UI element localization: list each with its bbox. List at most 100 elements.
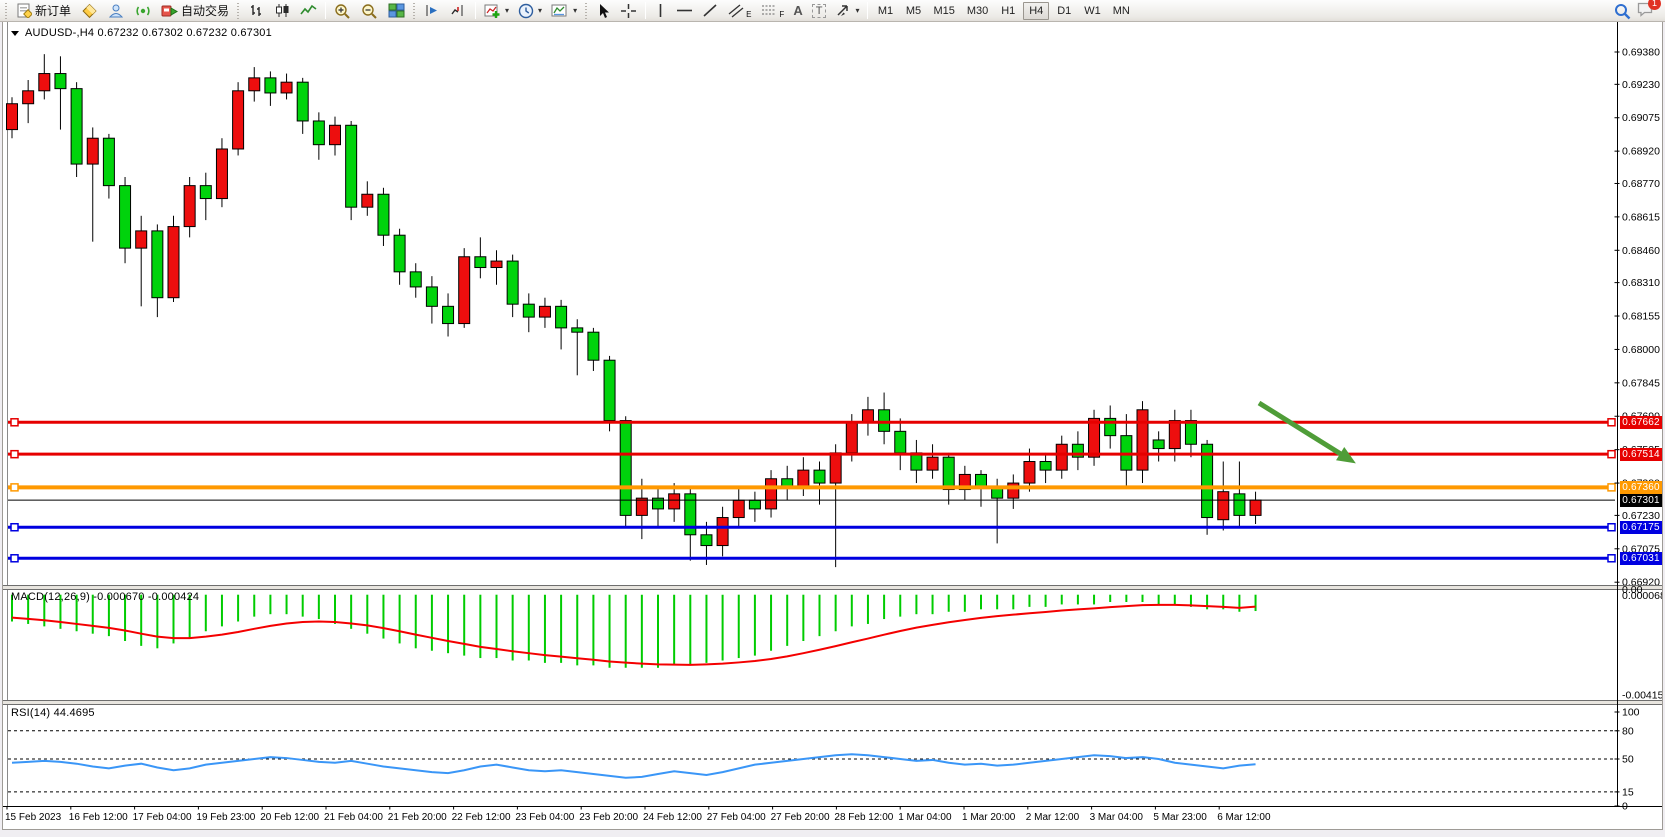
- pivot-line-anchor[interactable]: [1608, 484, 1615, 491]
- candlestick: [426, 287, 437, 306]
- date-label: 23 Feb 04:00: [515, 812, 574, 823]
- timeframe-h4[interactable]: H4: [1023, 2, 1049, 20]
- cursor-tool-button[interactable]: [592, 1, 615, 21]
- candlestick: [1218, 492, 1229, 520]
- toolbar-grip[interactable]: [412, 3, 417, 19]
- chart-shift-button[interactable]: [446, 1, 471, 21]
- resistance-line-2-anchor[interactable]: [11, 451, 18, 458]
- candlestick: [152, 231, 163, 298]
- timeframe-d1[interactable]: D1: [1051, 2, 1077, 20]
- arrows-tool[interactable]: ▾: [831, 1, 863, 21]
- new-order-icon: [16, 3, 32, 18]
- horizontal-line-tool[interactable]: [672, 1, 697, 21]
- support-line-1-anchor[interactable]: [11, 524, 18, 531]
- text-label-tool[interactable]: T: [808, 1, 831, 21]
- text-tool[interactable]: A: [789, 1, 806, 21]
- notifications-button[interactable]: 1: [1637, 1, 1655, 22]
- trendline-tool[interactable]: [698, 1, 722, 21]
- timeframe-mn[interactable]: MN: [1108, 2, 1135, 20]
- timeframe-m1[interactable]: M1: [872, 2, 898, 20]
- fibonacci-tool[interactable]: F: [756, 1, 788, 21]
- new-order-button[interactable]: 新订单: [12, 1, 75, 21]
- candlestick: [168, 227, 179, 298]
- timeframe-w1[interactable]: W1: [1079, 2, 1106, 20]
- line-chart-button[interactable]: [296, 1, 321, 21]
- date-label: 2 Mar 12:00: [1026, 812, 1080, 823]
- resistance-line-2-anchor[interactable]: [1608, 451, 1615, 458]
- candlestick: [749, 500, 760, 509]
- equidistant-channel-tool[interactable]: E: [723, 1, 755, 21]
- toolbar-grip[interactable]: [584, 3, 589, 19]
- macd-scale-label: -0.004159: [1622, 690, 1662, 702]
- support-line-2-anchor[interactable]: [11, 555, 18, 562]
- date-label: 23 Feb 20:00: [579, 812, 638, 823]
- vertical-line-tool[interactable]: [650, 1, 671, 21]
- price-tick-label: 0.68155: [1622, 311, 1660, 323]
- deposit-button[interactable]: [76, 1, 102, 21]
- toolbar-grip[interactable]: [236, 3, 241, 19]
- pane-splitter[interactable]: [3, 586, 1662, 589]
- candlestick: [1008, 483, 1019, 498]
- rsi-scale-label: 100: [1622, 707, 1640, 719]
- macd-label: MACD(12,26,9) -0.000670 -0.000424: [11, 591, 199, 603]
- crosshair-tool-button[interactable]: [616, 1, 641, 21]
- date-label: 3 Mar 04:00: [1090, 812, 1144, 823]
- timeframe-m5[interactable]: M5: [900, 2, 926, 20]
- signals-button[interactable]: [130, 1, 156, 21]
- dropdown-caret: ▾: [573, 6, 577, 15]
- zoom-in-button[interactable]: [330, 1, 356, 21]
- candlestick: [798, 470, 809, 487]
- candlestick: [475, 257, 486, 268]
- price-tick-label: 0.69380: [1622, 47, 1660, 59]
- candlestick: [1153, 440, 1164, 449]
- toolbar-grip[interactable]: [4, 3, 9, 19]
- date-label: 17 Feb 04:00: [133, 812, 192, 823]
- indicators-button[interactable]: ▾: [480, 1, 513, 21]
- pivot-line-anchor[interactable]: [11, 484, 18, 491]
- candlestick: [733, 500, 744, 517]
- support-line-2-anchor[interactable]: [1608, 555, 1615, 562]
- candlestick: [1169, 421, 1180, 449]
- auto-scroll-button[interactable]: [420, 1, 445, 21]
- tile-windows-button[interactable]: [384, 1, 409, 21]
- candlestick: [943, 457, 954, 489]
- gold-diamond-icon: [80, 3, 98, 19]
- candlestick: [394, 235, 405, 272]
- support-line-1-anchor[interactable]: [1608, 524, 1615, 531]
- one-click-trading-toggle[interactable]: [11, 31, 19, 36]
- price-tick-label: 0.68000: [1622, 344, 1660, 356]
- timeframe-m30[interactable]: M30: [962, 2, 993, 20]
- candlestick: [265, 78, 276, 93]
- candlestick: [1089, 418, 1100, 457]
- community-button[interactable]: [103, 1, 129, 21]
- chart-background: [3, 22, 1662, 828]
- periods-button[interactable]: ▾: [514, 1, 546, 21]
- horizontal-line-icon: [676, 3, 693, 18]
- candlestick: [1250, 500, 1261, 515]
- auto-trading-button[interactable]: 自动交易: [157, 1, 233, 21]
- chart-shift-icon: [450, 3, 467, 18]
- candlestick: [87, 138, 98, 164]
- zoom-out-button[interactable]: [357, 1, 383, 21]
- candlestick: [249, 78, 260, 91]
- pane-splitter[interactable]: [3, 701, 1662, 704]
- current-price-line-label: 0.67301: [1620, 494, 1662, 507]
- rsi-scale-label: 50: [1622, 754, 1634, 766]
- date-label: 15 Feb 2023: [5, 812, 62, 823]
- fibonacci-icon: [760, 3, 779, 19]
- candlestick: [39, 74, 50, 91]
- rsi-scale-label: 15: [1622, 786, 1634, 798]
- bar-chart-button[interactable]: [244, 1, 269, 21]
- timeframe-m15[interactable]: M15: [928, 2, 959, 20]
- main-toolbar: 新订单 自动交易 ▾ ▾: [0, 0, 1665, 22]
- templates-button[interactable]: ▾: [547, 1, 581, 21]
- candlestick-chart-button[interactable]: [270, 1, 295, 21]
- timeframe-h1[interactable]: H1: [995, 2, 1021, 20]
- resistance-line-1-anchor[interactable]: [1608, 419, 1615, 426]
- candlestick: [7, 104, 18, 130]
- search-icon[interactable]: [1614, 3, 1631, 20]
- candlestick: [1056, 444, 1067, 470]
- chart-canvas[interactable]: 0.693800.692300.690750.689200.687700.686…: [3, 22, 1662, 828]
- resistance-line-1-label: 0.67662: [1620, 416, 1662, 429]
- resistance-line-1-anchor[interactable]: [11, 419, 18, 426]
